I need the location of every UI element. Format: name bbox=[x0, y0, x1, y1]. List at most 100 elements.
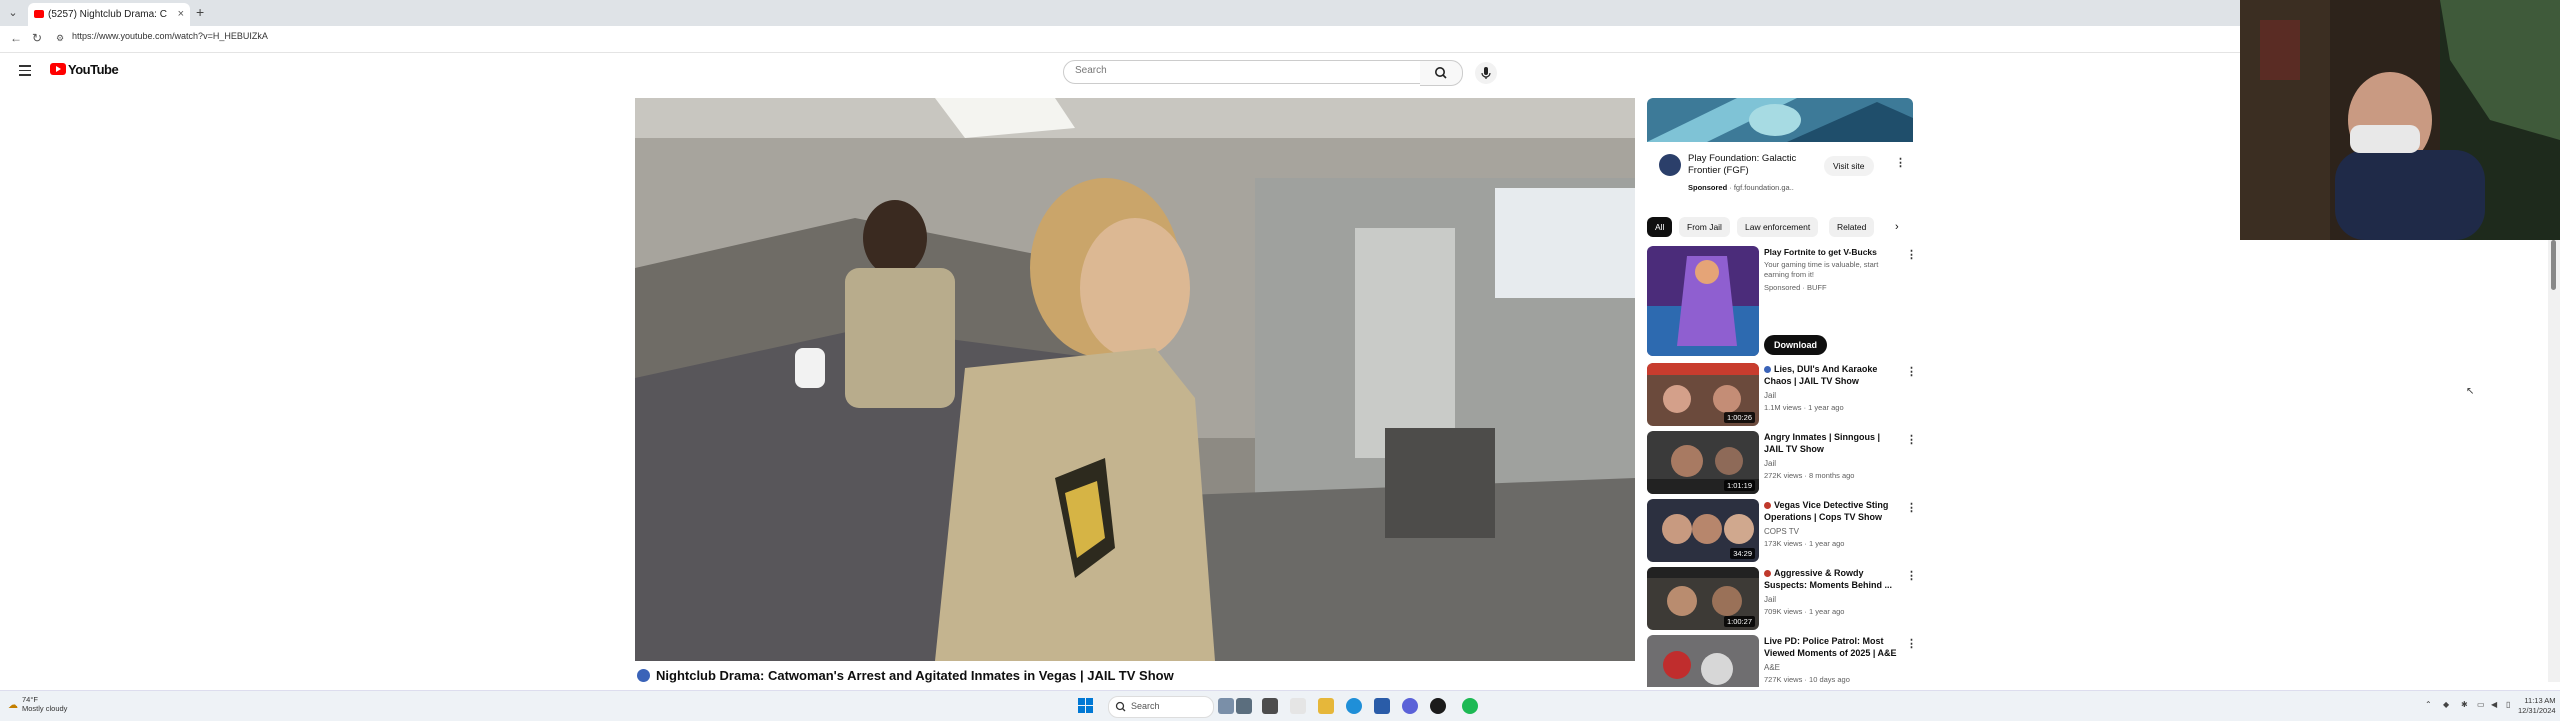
taskbar-search-label: Search bbox=[1131, 701, 1160, 711]
url-text[interactable]: https://www.youtube.com/watch?v=H_HEBUIZ… bbox=[72, 31, 268, 41]
windows-start-icon[interactable] bbox=[1078, 698, 1094, 714]
recommendation-title[interactable]: Lies, DUI's And Karaoke Chaos | JAIL TV … bbox=[1764, 363, 1899, 387]
ad-name[interactable]: Play Foundation: Galactic Frontier (FGF) bbox=[1688, 153, 1818, 177]
list-item[interactable]: 1:00:27 Aggressive & Rowdy Suspects: Mom… bbox=[1647, 567, 1917, 631]
ad-domain: · fgf.foundation.ga.. bbox=[1729, 183, 1794, 192]
windows-taskbar: ☁ 74°F Mostly cloudy Search ⌃ ◆ ✱ ▭ ◀ ▯ … bbox=[0, 690, 2560, 721]
video-title: Nightclub Drama: Catwoman's Arrest and A… bbox=[656, 668, 1174, 683]
video-thumbnail[interactable]: 1:00:26 bbox=[1647, 363, 1759, 426]
list-item[interactable]: Play Fortnite to get V-Bucks Your gaming… bbox=[1647, 246, 1917, 358]
ad-info-panel: Play Foundation: Galactic Frontier (FGF)… bbox=[1647, 142, 1913, 196]
channel-dot-icon bbox=[1764, 570, 1771, 577]
chip-law-enforcement[interactable]: Law enforcement bbox=[1737, 217, 1819, 237]
weather-desc: Mostly cloudy bbox=[22, 704, 68, 713]
ad-avatar bbox=[1659, 154, 1681, 176]
chip-from-jail[interactable]: From Jail bbox=[1679, 217, 1730, 237]
more-options-icon[interactable]: ⋮ bbox=[1906, 250, 1917, 261]
search-input[interactable]: Search bbox=[1063, 60, 1421, 84]
more-options-icon[interactable]: ⋮ bbox=[1906, 435, 1917, 446]
search-placeholder: Search bbox=[1075, 65, 1107, 76]
recommendation-title[interactable]: Live PD: Police Patrol: Most Viewed Mome… bbox=[1764, 635, 1899, 659]
chip-related[interactable]: Related bbox=[1829, 217, 1875, 237]
thumbnail-art bbox=[1647, 635, 1759, 687]
weather-widget[interactable]: 74°F Mostly cloudy bbox=[22, 695, 67, 713]
bluetooth-icon[interactable]: ✱ bbox=[2461, 700, 2468, 709]
channel-name[interactable]: Jail bbox=[1764, 595, 1776, 604]
address-bar: ← ↻ ⚙ https://www.youtube.com/watch?v=H_… bbox=[0, 26, 2240, 53]
video-thumbnail[interactable]: 1:00:27 bbox=[1647, 567, 1759, 630]
battery-icon[interactable]: ▯ bbox=[2506, 700, 2510, 709]
more-options-icon[interactable]: ⋮ bbox=[1906, 571, 1917, 582]
menu-icon[interactable] bbox=[19, 65, 31, 79]
channel-name[interactable]: Jail bbox=[1764, 391, 1776, 400]
browser-tab-active[interactable]: (5257) Nightclub Drama: C × bbox=[28, 3, 190, 26]
refresh-icon[interactable]: ↻ bbox=[32, 31, 42, 45]
chip-all[interactable]: All bbox=[1647, 217, 1673, 237]
more-options-icon[interactable]: ⋮ bbox=[1906, 367, 1917, 378]
tray-chevron-icon[interactable]: ⌃ bbox=[2425, 700, 2432, 709]
clock-time: 11:13 AM bbox=[2524, 696, 2556, 705]
app-icon[interactable] bbox=[1290, 698, 1306, 714]
duration-badge: 1:00:27 bbox=[1723, 616, 1755, 627]
youtube-logo-icon[interactable] bbox=[50, 63, 66, 75]
browser-tab-strip: ⌄ (5257) Nightclub Drama: C × + bbox=[0, 0, 2240, 26]
visit-site-button[interactable]: Visit site bbox=[1824, 156, 1874, 176]
list-item[interactable]: Live PD: Police Patrol: Most Viewed Mome… bbox=[1647, 635, 1917, 687]
terminal-app-icon[interactable] bbox=[1262, 698, 1278, 714]
video-player[interactable] bbox=[635, 98, 1635, 661]
youtube-logo-text[interactable]: YouTube bbox=[68, 62, 119, 77]
new-tab-icon[interactable]: + bbox=[196, 4, 204, 20]
tab-close-icon[interactable]: × bbox=[178, 3, 184, 26]
video-thumbnail[interactable] bbox=[1647, 635, 1759, 687]
clock-date: 12/31/2024 bbox=[2518, 706, 2556, 715]
channel-dot-icon bbox=[1764, 366, 1771, 373]
recommendation-title[interactable]: Angry Inmates | Sinngous | JAIL TV Show bbox=[1764, 431, 1899, 455]
network-icon[interactable]: ▭ bbox=[2477, 700, 2485, 709]
taskbar-search[interactable]: Search bbox=[1108, 696, 1214, 718]
chevron-right-icon[interactable]: › bbox=[1895, 217, 1899, 237]
more-options-icon[interactable]: ⋮ bbox=[1906, 639, 1917, 650]
ad-meta: Sponsored · fgf.foundation.ga.. bbox=[1688, 183, 1794, 192]
chrome-browser-icon[interactable] bbox=[1430, 698, 1446, 714]
mouse-cursor-icon: ↖ bbox=[2466, 386, 2475, 397]
ad-more-icon[interactable]: ⋮ bbox=[1895, 158, 1906, 169]
edge-browser-icon[interactable] bbox=[1346, 698, 1362, 714]
sponsored-label: Sponsored bbox=[1688, 183, 1728, 192]
channel-name[interactable]: A&E bbox=[1764, 663, 1780, 672]
video-thumbnail[interactable]: 34:29 bbox=[1647, 499, 1759, 562]
site-info-icon[interactable]: ⚙ bbox=[56, 33, 64, 44]
ad-banner-image[interactable] bbox=[1647, 98, 1913, 142]
recommendation-title[interactable]: Play Fortnite to get V-Bucks bbox=[1764, 246, 1899, 258]
search-icon bbox=[1115, 701, 1126, 712]
weather-icon[interactable]: ☁ bbox=[8, 700, 18, 711]
file-explorer-icon[interactable] bbox=[1318, 698, 1334, 714]
discord-icon[interactable] bbox=[1402, 698, 1418, 714]
list-item[interactable]: 1:01:19 Angry Inmates | Sinngous | JAIL … bbox=[1647, 431, 1917, 495]
recommendation-meta: Sponsored · BUFF bbox=[1764, 283, 1827, 292]
search-button[interactable] bbox=[1420, 60, 1463, 86]
volume-icon[interactable]: ◀ bbox=[2491, 700, 2497, 709]
app-icon[interactable] bbox=[1374, 698, 1390, 714]
widgets-icon[interactable] bbox=[1236, 698, 1252, 714]
download-button[interactable]: Download bbox=[1764, 335, 1827, 355]
notification-icon[interactable]: ◆ bbox=[2443, 700, 2449, 709]
recommendation-title[interactable]: Vegas Vice Detective Sting Operations | … bbox=[1764, 499, 1899, 523]
channel-name[interactable]: COPS TV bbox=[1764, 527, 1799, 536]
task-view-icon[interactable] bbox=[1218, 698, 1234, 714]
microphone-icon bbox=[1481, 67, 1491, 79]
channel-avatar[interactable] bbox=[637, 669, 650, 682]
back-arrow-icon[interactable]: ← bbox=[10, 31, 22, 45]
list-item[interactable]: 34:29 Vegas Vice Detective Sting Operati… bbox=[1647, 499, 1917, 563]
system-clock[interactable]: 11:13 AM 12/31/2024 bbox=[2518, 696, 2556, 716]
list-item[interactable]: 1:00:26 Lies, DUI's And Karaoke Chaos | … bbox=[1647, 363, 1917, 427]
tab-list-chevron-icon[interactable]: ⌄ bbox=[4, 5, 22, 21]
voice-search-button[interactable] bbox=[1475, 62, 1497, 84]
recommendation-title[interactable]: Aggressive & Rowdy Suspects: Moments Beh… bbox=[1764, 567, 1899, 591]
video-thumbnail[interactable] bbox=[1647, 246, 1759, 356]
spotify-icon[interactable] bbox=[1462, 698, 1478, 714]
video-thumbnail[interactable]: 1:01:19 bbox=[1647, 431, 1759, 494]
channel-name[interactable]: Jail bbox=[1764, 459, 1776, 468]
scrollbar-thumb[interactable] bbox=[2551, 240, 2556, 290]
more-options-icon[interactable]: ⋮ bbox=[1906, 503, 1917, 514]
tab-title: (5257) Nightclub Drama: C bbox=[48, 9, 167, 20]
